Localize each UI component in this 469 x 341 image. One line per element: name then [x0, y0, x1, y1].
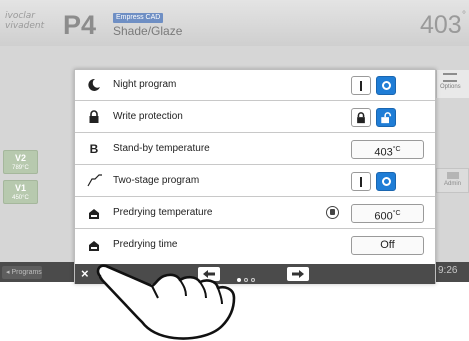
- predrying-temp-unit: °C: [392, 210, 401, 217]
- v1-label: V1: [14, 183, 26, 193]
- logo-line1: ivoclar: [5, 11, 35, 21]
- setting-row-predrying-temperature: Predrying temperature 600°C: [75, 198, 435, 229]
- setting-label: Night program: [113, 79, 177, 90]
- predrying-temp-number: 600: [374, 210, 393, 223]
- v2-value: 789°C: [12, 165, 29, 171]
- standby-temp-number: 403: [374, 146, 393, 159]
- pointing-hand-icon: [96, 264, 236, 340]
- options-button[interactable]: Options: [436, 70, 469, 98]
- setting-label: Write protection: [113, 111, 183, 122]
- night-program-on-button[interactable]: [376, 76, 396, 95]
- moon-icon: [87, 78, 101, 92]
- next-page-button[interactable]: [287, 267, 309, 281]
- admin-label: Admin: [443, 181, 461, 187]
- list-icon: [443, 73, 457, 82]
- header: ivoclar vivadent P4 Empress CAD Shade/Gl…: [0, 0, 469, 46]
- options-label: Options: [440, 84, 461, 90]
- logo-line2: vivadent: [5, 21, 45, 31]
- lock-button[interactable]: [351, 108, 371, 127]
- two-stage-on-button[interactable]: [376, 172, 396, 191]
- info-icon[interactable]: [326, 206, 339, 219]
- standby-temp-unit: °C: [392, 146, 401, 153]
- setting-row-night-program: Night program: [75, 70, 435, 101]
- temperature-unit: °: [462, 10, 466, 21]
- current-temperature: 403: [420, 11, 462, 39]
- setting-row-write-protection: Write protection: [75, 102, 435, 133]
- brand-logo: ivoclar vivadent: [5, 11, 45, 37]
- programs-button[interactable]: ◂ Programs: [2, 266, 42, 279]
- standby-temperature-value[interactable]: 403°C: [351, 140, 424, 159]
- lock-icon: [87, 110, 101, 124]
- arrow-right-icon: [292, 270, 304, 278]
- predrying-temperature-value[interactable]: 600°C: [351, 204, 424, 223]
- setting-label: Stand-by temperature: [113, 143, 210, 154]
- night-program-off-button[interactable]: [351, 76, 371, 95]
- admin-icon: [446, 172, 459, 179]
- predrying-time-value[interactable]: Off: [351, 236, 424, 255]
- program-number: P4: [63, 10, 97, 40]
- admin-button[interactable]: Admin: [436, 168, 469, 193]
- setting-row-two-stage-program: Two-stage program: [75, 166, 435, 197]
- clock: 9:26: [438, 265, 458, 276]
- two-stage-curve-icon: [87, 174, 102, 188]
- v1-value: 450°C: [12, 195, 29, 201]
- vacuum-v2-button[interactable]: V2 789°C: [3, 150, 38, 174]
- close-button[interactable]: ×: [81, 266, 89, 281]
- furnace-icon: [87, 206, 101, 220]
- two-stage-off-button[interactable]: [351, 172, 371, 191]
- unlock-button[interactable]: [376, 108, 396, 127]
- setting-label: Predrying temperature: [113, 207, 213, 218]
- setting-row-standby-temperature: B Stand-by temperature 403°C: [75, 134, 435, 165]
- material-badge: Empress CAD: [113, 13, 164, 23]
- program-subtitle: Shade/Glaze: [113, 24, 183, 38]
- letter-b-icon: B: [89, 142, 99, 156]
- v2-label: V2: [14, 153, 26, 163]
- setting-label: Two-stage program: [113, 175, 200, 186]
- vacuum-v1-button[interactable]: V1 450°C: [3, 180, 38, 204]
